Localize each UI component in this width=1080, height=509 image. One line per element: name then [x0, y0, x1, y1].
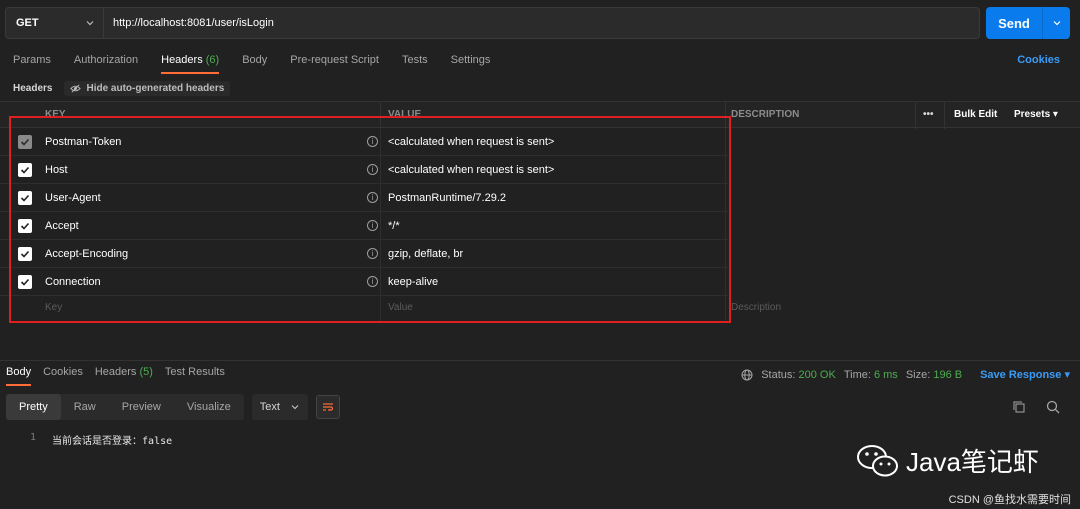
- headers-subbar: Headers Hide auto-generated headers: [13, 80, 231, 96]
- highlight-box: [9, 116, 731, 323]
- view-visualize[interactable]: Visualize: [174, 394, 244, 420]
- view-mode-group: Pretty Raw Preview Visualize: [6, 394, 244, 420]
- column-description: DESCRIPTION: [731, 109, 800, 120]
- bulk-edit-button[interactable]: Bulk Edit: [954, 109, 997, 120]
- wechat-icon: [857, 444, 898, 476]
- headers-subtitle: Headers: [13, 82, 53, 94]
- tab-params[interactable]: Params: [13, 52, 61, 74]
- chevron-down-icon: [1053, 21, 1060, 26]
- response-tab-headers[interactable]: Headers (5): [95, 366, 153, 386]
- chevron-down-icon: [86, 21, 94, 26]
- response-text: 当前会话是否登录：false: [52, 436, 173, 447]
- response-tab-cookies[interactable]: Cookies: [43, 366, 83, 386]
- watermark: Java笔记虾: [856, 442, 1039, 479]
- method-label: GET: [16, 17, 39, 29]
- url-bar: GET http://localhost:8081/user/isLogin: [5, 7, 980, 39]
- response-tabs: Body Cookies Headers (5) Test Results: [0, 366, 231, 386]
- wrap-lines-button[interactable]: [315, 395, 340, 419]
- tab-tests[interactable]: Tests: [402, 52, 438, 74]
- description-input[interactable]: Description: [731, 302, 781, 313]
- view-preview[interactable]: Preview: [109, 394, 174, 420]
- response-tab-test-results[interactable]: Test Results: [165, 366, 225, 386]
- time-value: 6 ms: [873, 368, 898, 381]
- wrap-icon: [322, 403, 333, 411]
- column-divider: [944, 102, 945, 129]
- time-label: Time: 6 ms: [843, 368, 898, 381]
- hide-auto-label: Hide auto-generated headers: [86, 82, 225, 94]
- search-icon[interactable]: [1046, 400, 1060, 414]
- tab-settings[interactable]: Settings: [451, 52, 501, 74]
- request-tabs: Params Authorization Headers (6) Body Pr…: [0, 52, 500, 74]
- cookies-link[interactable]: Cookies: [1017, 54, 1060, 66]
- headers-count: (6): [205, 54, 220, 66]
- view-raw[interactable]: Raw: [61, 394, 109, 420]
- send-label: Send: [998, 15, 1030, 31]
- status-value: 200 OK: [798, 368, 836, 381]
- size-value: 196 B: [933, 368, 963, 381]
- hide-auto-generated-button[interactable]: Hide auto-generated headers: [64, 80, 231, 96]
- status-label: Status: 200 OK: [761, 368, 836, 381]
- format-select[interactable]: Text: [251, 394, 308, 420]
- tab-headers[interactable]: Headers (6): [161, 52, 229, 74]
- view-pretty[interactable]: Pretty: [6, 394, 61, 420]
- url-input[interactable]: http://localhost:8081/user/isLogin: [104, 17, 274, 29]
- chevron-down-icon: [291, 405, 299, 410]
- method-select[interactable]: GET: [6, 8, 104, 38]
- csdn-credit: CSDN @鱼找水需要时间: [948, 494, 1071, 506]
- response-status-bar: Status: 200 OK Time: 6 ms Size: 196 B Sa…: [741, 368, 1070, 381]
- send-options-button[interactable]: [1043, 18, 1070, 28]
- tab-authorization[interactable]: Authorization: [74, 52, 148, 74]
- size-label: Size: 196 B: [905, 368, 963, 381]
- line-number: 1: [30, 432, 37, 443]
- save-response-button[interactable]: Save Response ▾: [980, 368, 1070, 381]
- response-body: 1 当前会话是否登录：false: [30, 432, 172, 447]
- presets-button[interactable]: Presets ▾: [1014, 109, 1058, 120]
- response-actions: [1012, 400, 1060, 414]
- response-headers-count: (5): [139, 366, 153, 378]
- response-divider: [0, 360, 1080, 361]
- response-tab-body[interactable]: Body: [6, 366, 32, 386]
- watermark-text: Java笔记虾: [906, 447, 1039, 477]
- send-button[interactable]: Send: [986, 7, 1070, 39]
- column-divider: [915, 102, 916, 129]
- format-label: Text: [259, 401, 280, 413]
- copy-icon[interactable]: [1012, 400, 1026, 414]
- globe-icon[interactable]: [741, 369, 753, 381]
- response-view-bar: Pretty Raw Preview Visualize Text: [6, 394, 340, 420]
- more-options-icon[interactable]: •••: [923, 109, 934, 120]
- eye-off-icon: [70, 84, 82, 92]
- tab-body[interactable]: Body: [242, 52, 277, 74]
- tab-pre-request-script[interactable]: Pre-request Script: [290, 52, 389, 74]
